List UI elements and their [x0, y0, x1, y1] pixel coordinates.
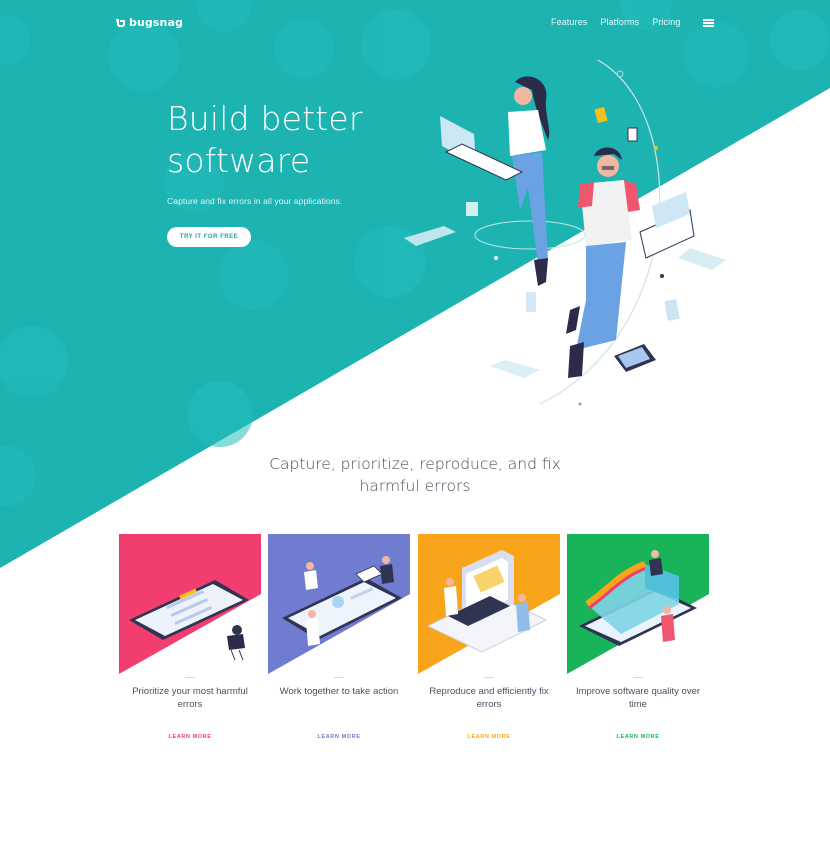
feature-card-improve-learn-more-link[interactable]: LEARN MORE	[567, 734, 709, 740]
top-navbar: bugsnag Features Platforms Pricing	[0, 0, 830, 46]
feature-card-reproduce-text: Reproduce and efficiently fix errors	[429, 686, 549, 710]
feature-card-improve-text: Improve software quality over time	[575, 686, 701, 710]
nav-link-features[interactable]: Features	[551, 17, 587, 27]
card-divider	[185, 677, 195, 678]
hero-subtitle: Capture and fix errors in all your appli…	[167, 196, 343, 206]
nav-link-pricing[interactable]: Pricing	[652, 17, 680, 27]
feature-card-collaborate-text: Work together to take action	[279, 686, 399, 697]
features-heading: Capture, prioritize, reproduce, and fix …	[269, 455, 561, 495]
feature-card-improve-illustration	[567, 534, 709, 674]
feature-card-collaborate-illustration	[268, 534, 410, 674]
brand-logo[interactable]: bugsnag	[116, 16, 183, 29]
try-it-for-free-button[interactable]: TRY IT FOR FREE	[167, 227, 251, 247]
card-divider	[334, 677, 344, 678]
feature-card-collaborate-learn-more-link[interactable]: LEARN MORE	[268, 734, 410, 740]
nav-link-platforms[interactable]: Platforms	[600, 17, 639, 27]
feature-card-prioritize-illustration	[119, 534, 261, 674]
feature-card-reproduce-illustration	[418, 534, 560, 674]
bugsnag-logo-icon	[116, 18, 125, 27]
hero-illustration	[400, 55, 750, 420]
feature-card-prioritize-learn-more-link[interactable]: LEARN MORE	[119, 734, 261, 740]
main-nav: Features Platforms Pricing	[551, 17, 680, 27]
card-divider	[484, 677, 494, 678]
card-divider	[633, 677, 643, 678]
feature-card-reproduce-learn-more-link[interactable]: LEARN MORE	[418, 734, 560, 740]
hamburger-menu-icon[interactable]	[703, 19, 714, 27]
brand-name: bugsnag	[129, 16, 183, 29]
feature-card-prioritize-text: Prioritize your most harmful errors	[132, 686, 248, 710]
